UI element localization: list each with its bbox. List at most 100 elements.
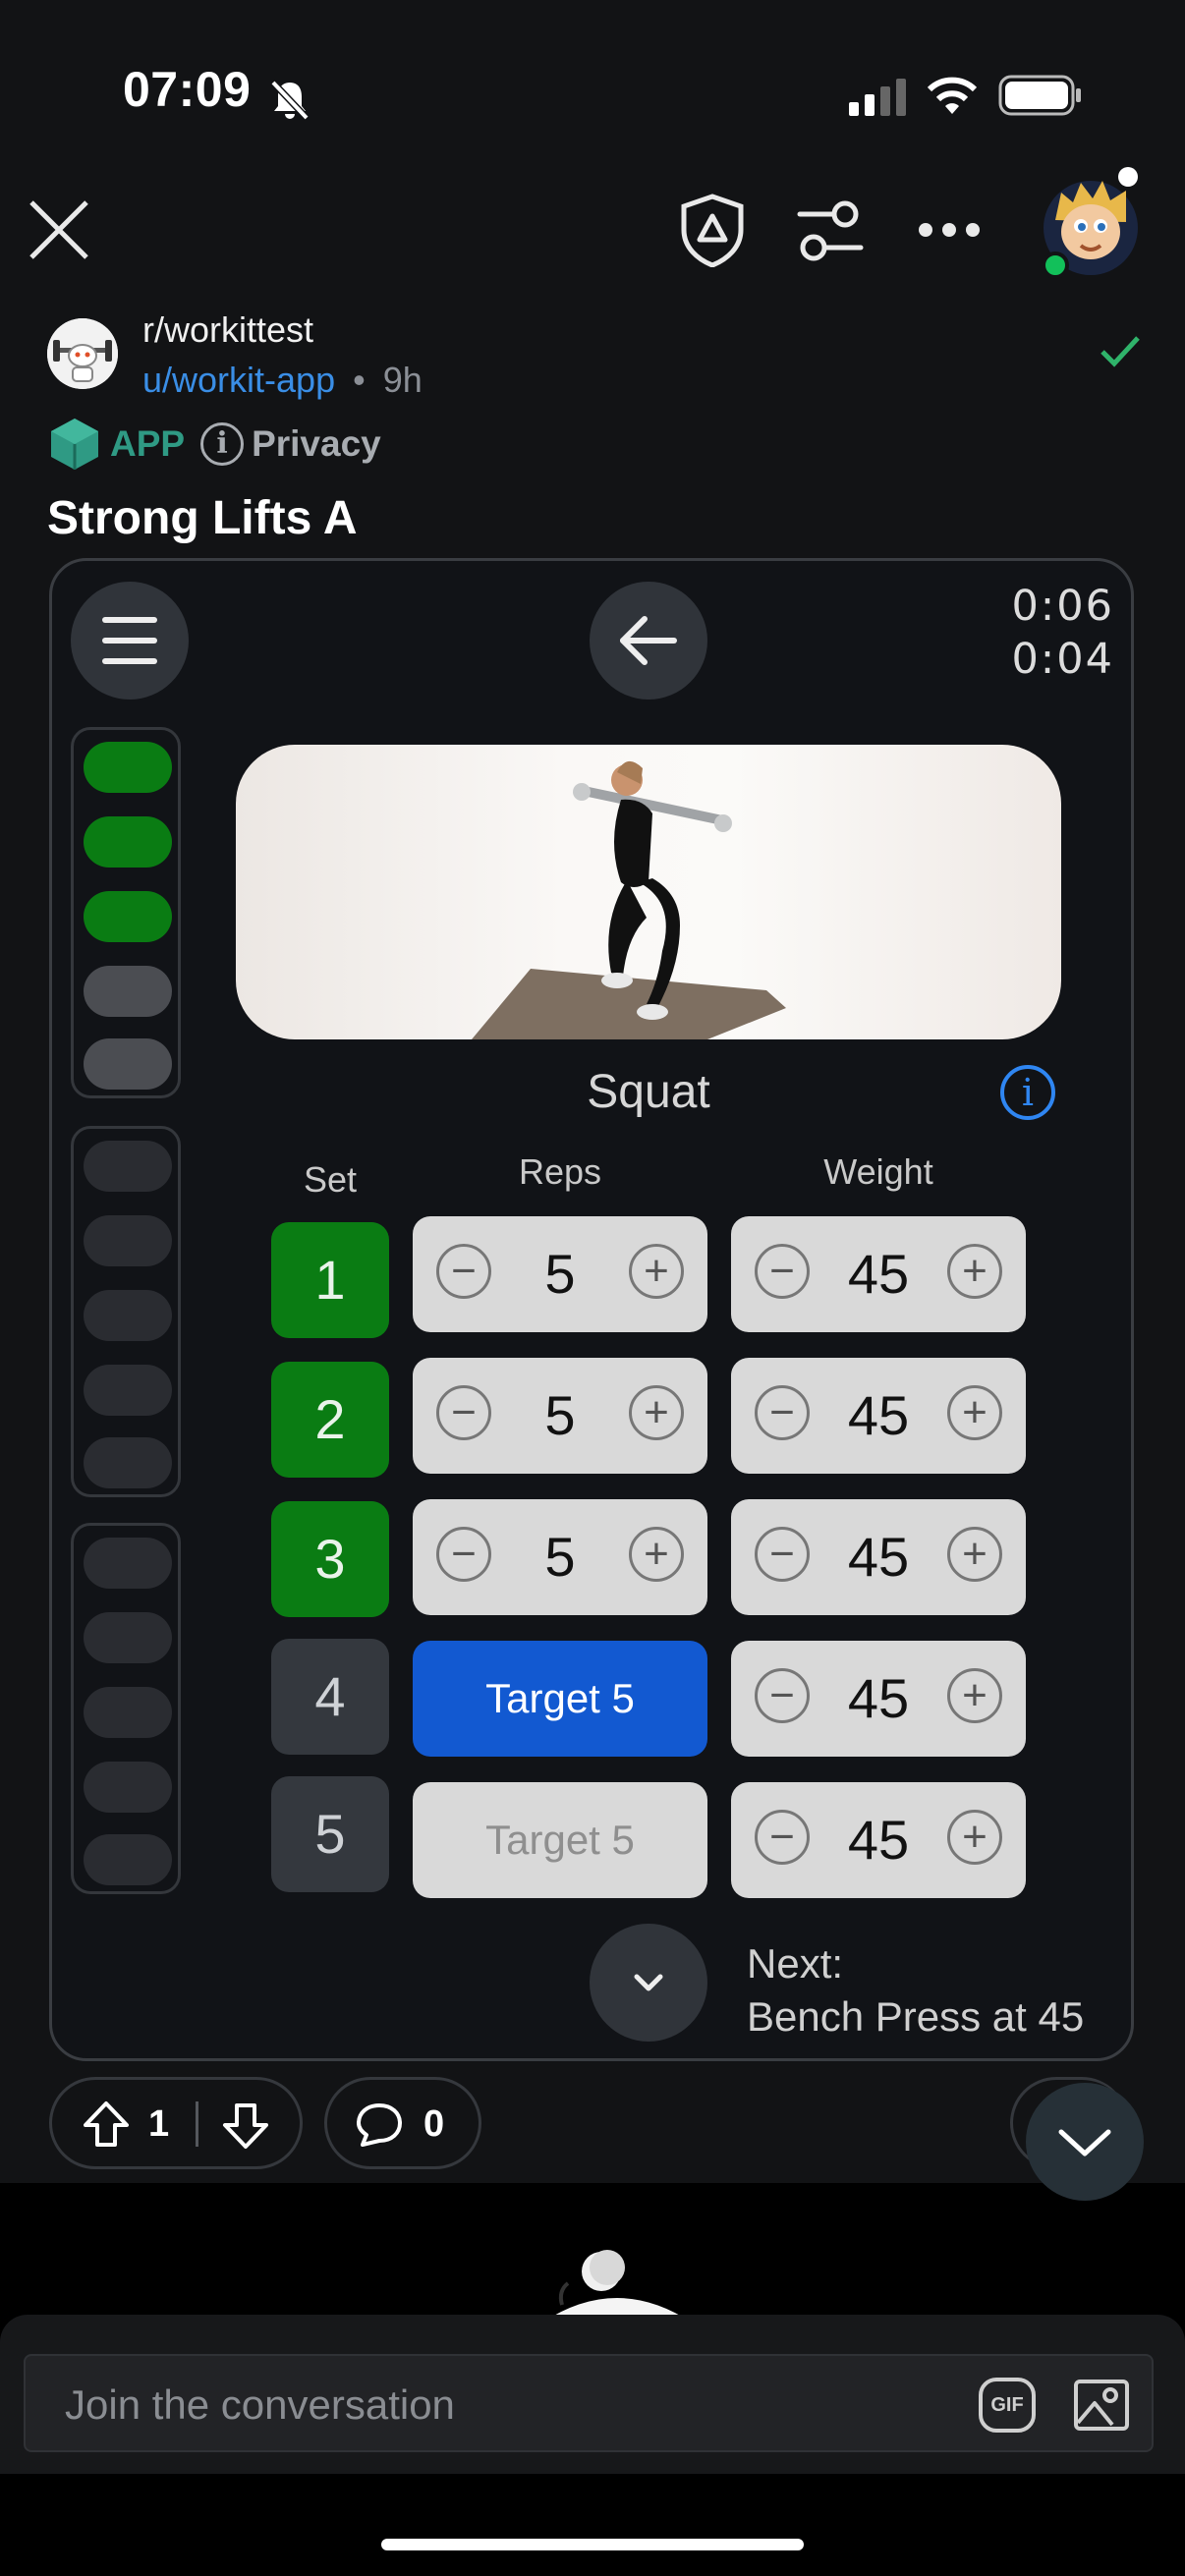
privacy-link[interactable]: Privacy xyxy=(252,423,381,465)
target-reps-button[interactable]: Target 5 xyxy=(413,1641,707,1757)
reps-stepper[interactable]: 5 − + xyxy=(413,1216,707,1332)
weight-stepper[interactable]: 45 − + xyxy=(731,1358,1026,1474)
progress-pill xyxy=(84,1612,172,1663)
progress-pill xyxy=(84,966,172,1017)
minus-icon[interactable]: − xyxy=(755,1244,810,1299)
author-link[interactable]: u/workit-app xyxy=(142,360,335,400)
set-number-button[interactable]: 4 xyxy=(271,1639,389,1755)
timer-total: 0:06 xyxy=(1011,582,1114,631)
progress-pill xyxy=(84,1290,172,1341)
privacy-info-icon[interactable]: i xyxy=(200,422,245,466)
reps-stepper[interactable]: 5 − + xyxy=(413,1358,707,1474)
app-label: APP xyxy=(110,423,186,464)
progress-pill xyxy=(84,1762,172,1813)
plus-icon[interactable]: + xyxy=(947,1668,1002,1723)
target-reps-button[interactable]: Target 5 xyxy=(413,1782,707,1898)
home-indicator[interactable] xyxy=(381,2539,804,2550)
user-avatar[interactable] xyxy=(1038,163,1144,281)
mod-shield-icon[interactable] xyxy=(678,193,747,267)
plus-icon[interactable]: + xyxy=(947,1385,1002,1440)
close-icon[interactable] xyxy=(28,198,90,261)
minus-icon[interactable]: − xyxy=(755,1385,810,1440)
progress-pill xyxy=(84,1687,172,1738)
hamburger-icon xyxy=(102,617,157,664)
back-button[interactable] xyxy=(590,582,707,700)
weight-stepper[interactable]: 45 − + xyxy=(731,1782,1026,1898)
plus-icon[interactable]: + xyxy=(947,1810,1002,1865)
exercise-image xyxy=(236,745,1061,1039)
progress-pill xyxy=(84,742,172,793)
plus-icon[interactable]: + xyxy=(629,1385,684,1440)
progress-group-3 xyxy=(71,1523,181,1894)
cellular-signal-icon xyxy=(849,79,906,116)
timer-set: 0:04 xyxy=(1011,635,1114,684)
progress-pill xyxy=(84,816,172,868)
vote-bar: 1 xyxy=(49,2077,303,2169)
exercise-name: Squat xyxy=(587,1066,710,1118)
weight-stepper[interactable]: 45 − + xyxy=(731,1216,1026,1332)
set-number-button[interactable]: 5 xyxy=(271,1776,389,1892)
progress-pill xyxy=(84,1437,172,1488)
comment-input[interactable]: Join the conversation GIF xyxy=(24,2354,1154,2452)
minus-icon[interactable]: − xyxy=(755,1810,810,1865)
plus-icon[interactable]: + xyxy=(947,1527,1002,1582)
weight-stepper[interactable]: 45 − + xyxy=(731,1641,1026,1757)
progress-pill xyxy=(84,1038,172,1090)
image-upload-icon[interactable] xyxy=(1073,2376,1132,2433)
menu-button[interactable] xyxy=(71,582,189,700)
progress-pill xyxy=(84,1834,172,1885)
more-options-icon[interactable] xyxy=(918,220,981,240)
subreddit-avatar[interactable] xyxy=(47,318,118,389)
gif-button[interactable]: GIF xyxy=(979,2378,1036,2433)
set-number-button[interactable]: 1 xyxy=(271,1222,389,1338)
reps-column-header: Reps xyxy=(518,1151,602,1192)
expand-button[interactable] xyxy=(590,1924,707,2042)
robot-lifter-icon xyxy=(47,318,118,389)
weight-stepper[interactable]: 45 − + xyxy=(731,1499,1026,1615)
filter-settings-icon[interactable] xyxy=(796,200,865,263)
progress-pill xyxy=(84,891,172,942)
scroll-down-button[interactable] xyxy=(1026,2083,1144,2201)
upvote-count: 1 xyxy=(148,2103,170,2145)
minus-icon[interactable]: − xyxy=(755,1668,810,1723)
minus-icon[interactable]: − xyxy=(755,1527,810,1582)
comments-button[interactable]: 0 xyxy=(324,2077,481,2169)
vote-divider xyxy=(196,2101,198,2147)
downvote-icon[interactable] xyxy=(221,2101,270,2151)
progress-group-2 xyxy=(71,1126,181,1497)
post-title: Strong Lifts A xyxy=(47,492,358,544)
next-exercise: Next: Bench Press at 45 xyxy=(747,1937,1084,2044)
snoo-mascot-icon xyxy=(542,2250,692,2323)
progress-group-1 xyxy=(71,727,181,1098)
next-label: Next: xyxy=(747,1940,844,1987)
next-exercise-name: Bench Press at 45 xyxy=(747,1993,1085,2040)
app-badge: APP i Privacy xyxy=(47,417,381,472)
author-line: u/workit-app • 9h xyxy=(142,360,423,401)
status-time: 07:09 xyxy=(123,62,252,117)
comment-placeholder: Join the conversation xyxy=(65,2381,455,2428)
plus-icon[interactable]: + xyxy=(947,1244,1002,1299)
minus-icon[interactable]: − xyxy=(436,1527,491,1582)
chevron-down-icon xyxy=(634,1974,663,1991)
squat-illustration xyxy=(472,760,786,1039)
set-number-button[interactable]: 2 xyxy=(271,1362,389,1478)
upvote-icon[interactable] xyxy=(82,2100,131,2149)
reps-stepper[interactable]: 5 − + xyxy=(413,1499,707,1615)
progress-pill xyxy=(84,1141,172,1192)
set-number-button[interactable]: 3 xyxy=(271,1501,389,1617)
minus-icon[interactable]: − xyxy=(436,1244,491,1299)
arrow-left-icon xyxy=(620,616,677,665)
app-cube-icon xyxy=(51,419,98,470)
exercise-info-icon[interactable]: i xyxy=(1000,1065,1055,1120)
progress-pill xyxy=(84,1365,172,1416)
comment-count: 0 xyxy=(423,2103,445,2145)
chevron-down-icon xyxy=(1058,2129,1111,2156)
workout-timer: 0:06 0:04 xyxy=(1011,580,1114,686)
bell-muted-icon xyxy=(270,80,310,121)
minus-icon[interactable]: − xyxy=(436,1385,491,1440)
plus-icon[interactable]: + xyxy=(629,1527,684,1582)
plus-icon[interactable]: + xyxy=(629,1244,684,1299)
subreddit-name[interactable]: r/workittest xyxy=(142,309,313,351)
wifi-icon xyxy=(927,77,978,114)
meta-separator: • xyxy=(353,360,366,400)
